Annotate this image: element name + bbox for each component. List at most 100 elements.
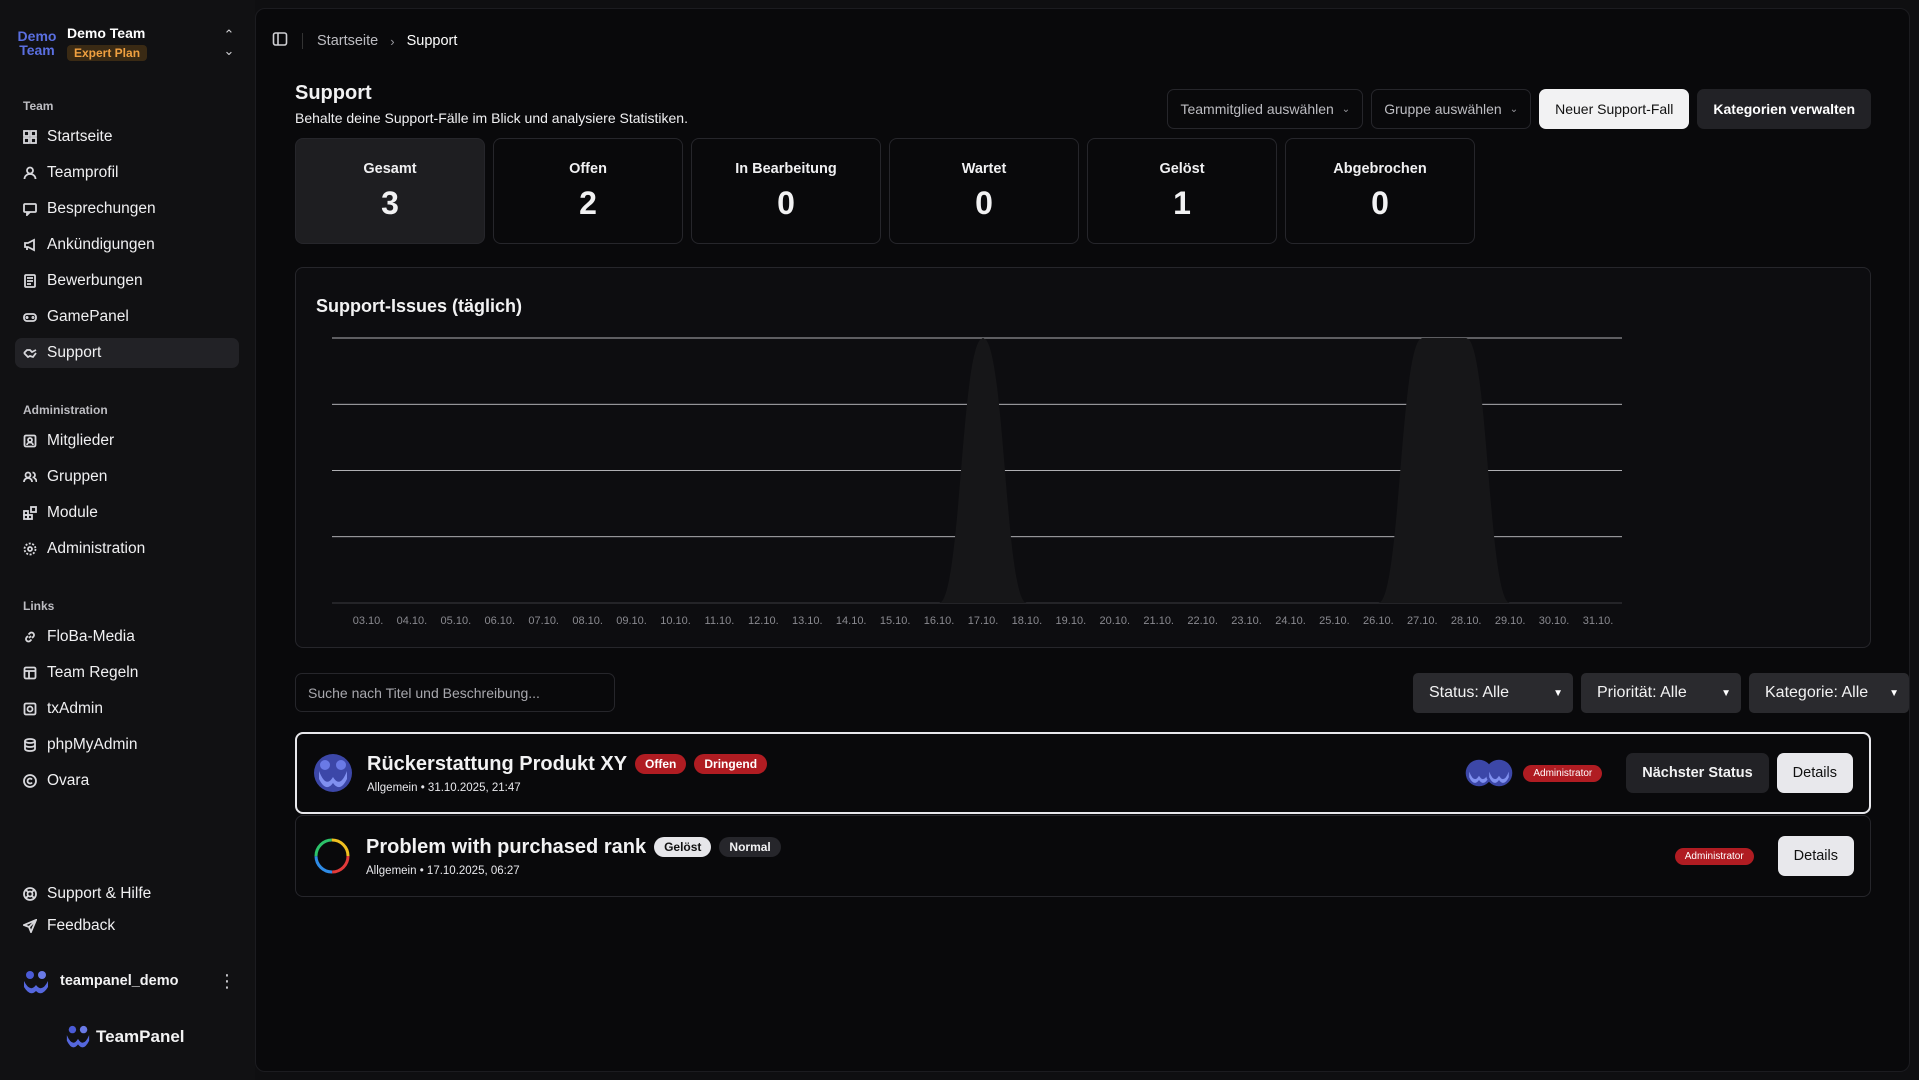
category-filter-label: Kategorie: Alle (1765, 684, 1869, 701)
status-filter[interactable]: Status: Alle ▼ (1413, 673, 1573, 713)
sidebar-item-bewerbungen[interactable]: Bewerbungen (15, 266, 239, 296)
sidebar-item-support-hilfe[interactable]: Support & Hilfe (15, 879, 239, 909)
sidebar-item-module[interactable]: Module (15, 498, 239, 528)
sidebar-item-label: txAdmin (47, 700, 103, 717)
breadcrumb-home[interactable]: Startseite (317, 33, 378, 49)
search-field[interactable] (295, 673, 615, 712)
stat-label: Offen (569, 161, 607, 177)
sidebar-item-team-regeln[interactable]: Team Regeln (15, 658, 239, 688)
sidebar-item-label: Ovara (47, 772, 90, 789)
stat-label: Wartet (961, 161, 1007, 177)
x-tick-label: 19.10. (1056, 615, 1087, 627)
sidebar-item-gruppen[interactable]: Gruppen (15, 462, 239, 492)
user-menu-row[interactable]: teampanel_demo ⋮ (22, 966, 236, 996)
priority-badge: Dringend (694, 754, 768, 774)
page-title: Support (295, 82, 372, 104)
new-support-case-button[interactable]: Neuer Support-Fall (1539, 89, 1690, 129)
sidebar-item-ovara[interactable]: Ovara (15, 766, 239, 796)
x-tick-label: 14.10. (836, 615, 867, 627)
section-label-team: Team (23, 99, 54, 113)
stat-card-gesamt[interactable]: Gesamt 3 (295, 138, 485, 244)
group-select[interactable]: Gruppe auswählen ⌄ (1371, 89, 1532, 129)
stat-card-in-bearbeitung[interactable]: In Bearbeitung 0 (691, 138, 881, 244)
sidebar-item-teamprofil[interactable]: Teamprofil (15, 158, 239, 188)
sidebar-item-ankündigungen[interactable]: Ankündigungen (15, 230, 239, 260)
sidebar-item-support[interactable]: Support (15, 338, 239, 368)
lifebuoy-icon (23, 887, 37, 901)
member-select-label: Teammitglied auswählen (1180, 101, 1334, 117)
copyright-icon (23, 774, 37, 788)
sidebar: Demo Team Demo Team Expert Plan ⌃ ⌄ Team … (0, 0, 255, 1080)
divider (302, 33, 303, 49)
chevron-down-icon: ⌄ (1509, 103, 1519, 115)
plan-badge: Expert Plan (67, 44, 148, 61)
x-tick-label: 12.10. (748, 615, 779, 627)
sidebar-item-mitglieder[interactable]: Mitglieder (15, 426, 239, 456)
stat-value: 0 (777, 185, 795, 221)
x-tick-label: 06.10. (484, 615, 515, 627)
chevron-down-icon: ▼ (1721, 687, 1731, 699)
sidebar-toggle-icon[interactable] (272, 31, 288, 51)
sidebar-item-label: Team Regeln (47, 664, 139, 681)
stat-label: In Bearbeitung (735, 161, 837, 177)
next-status-button[interactable]: Nächster Status (1626, 753, 1769, 793)
username: teampanel_demo (60, 973, 179, 989)
sidebar-item-label: Besprechungen (47, 200, 156, 217)
x-tick-label: 15.10. (880, 615, 911, 627)
users-icon (23, 470, 37, 484)
search-input[interactable] (308, 684, 602, 701)
stat-card-gelöst[interactable]: Gelöst 1 (1087, 138, 1277, 244)
sidebar-item-floba-media[interactable]: FloBa-Media (15, 622, 239, 652)
x-tick-label: 10.10. (660, 615, 691, 627)
priority-filter[interactable]: Priorität: Alle ▼ (1581, 673, 1741, 713)
gear-icon (23, 542, 37, 556)
member-select[interactable]: Teammitglied auswählen ⌄ (1167, 89, 1364, 129)
stat-card-offen[interactable]: Offen 2 (493, 138, 683, 244)
stat-label: Abgebrochen (1333, 161, 1427, 177)
sidebar-item-administration[interactable]: Administration (15, 534, 239, 564)
brand-logo: TeamPanel (64, 1024, 185, 1050)
x-tick-label: 11.10. (705, 615, 735, 627)
section-label-administration: Administration (23, 403, 108, 417)
details-button[interactable]: Details (1777, 836, 1854, 876)
sidebar-item-label: Support (47, 344, 102, 361)
issue-row[interactable]: Problem with purchased rank Gelöst Norma… (295, 815, 1871, 897)
link-icon (23, 630, 37, 644)
x-tick-label: 13.10. (792, 615, 823, 627)
x-tick-label: 31.10. (1583, 615, 1614, 627)
avatar (314, 754, 352, 792)
manage-categories-button[interactable]: Kategorien verwalten (1697, 89, 1871, 129)
details-button[interactable]: Details (1776, 753, 1853, 793)
x-tick-label: 20.10. (1099, 615, 1130, 627)
stats-row: Gesamt 3 Offen 2 In Bearbeitung 0 Wartet 0 Gelös… (295, 138, 1483, 244)
issue-title: Problem with purchased rank (366, 835, 647, 858)
sidebar-item-label: phpMyAdmin (47, 736, 138, 753)
issue-meta: Allgemein • 31.10.2025, 21:47 (367, 781, 521, 794)
x-tick-label: 16.10. (924, 615, 955, 627)
issue-meta: Allgemein • 17.10.2025, 06:27 (366, 864, 520, 877)
sidebar-item-txadmin[interactable]: txAdmin (15, 694, 239, 724)
sidebar-item-gamepanel[interactable]: GamePanel (15, 302, 239, 332)
chevron-down-icon: ▼ (1553, 687, 1563, 699)
issue-row[interactable]: Rückerstattung Produkt XY Offen Dringend… (295, 732, 1871, 814)
category-filter[interactable]: Kategorie: Alle ▼ (1749, 673, 1909, 713)
sidebar-item-phpmyadmin[interactable]: phpMyAdmin (15, 730, 239, 760)
team-logo: Demo Team (15, 21, 59, 65)
rules-icon (23, 666, 37, 680)
avatar (1486, 759, 1513, 787)
priority-badge: Normal (719, 837, 781, 857)
sidebar-item-startseite[interactable]: Startseite (15, 122, 239, 152)
role-badge: Administrator (1523, 764, 1603, 782)
sidebar-item-feedback[interactable]: Feedback (15, 911, 239, 941)
role-badge: Administrator (1674, 847, 1754, 865)
x-tick-label: 05.10. (441, 615, 472, 627)
x-tick-label: 23.10. (1231, 615, 1262, 627)
stat-card-wartet[interactable]: Wartet 0 (889, 138, 1079, 244)
team-switcher[interactable]: Demo Team Demo Team Expert Plan ⌃ ⌄ (15, 18, 237, 68)
more-vertical-icon[interactable]: ⋮ (218, 971, 236, 992)
stat-label: Gelöst (1159, 161, 1205, 177)
main-panel: Startseite › Support Support Behalte dei… (255, 8, 1910, 1072)
x-tick-label: 17.10. (968, 615, 999, 627)
sidebar-item-besprechungen[interactable]: Besprechungen (15, 194, 239, 224)
stat-card-abgebrochen[interactable]: Abgebrochen 0 (1285, 138, 1475, 244)
